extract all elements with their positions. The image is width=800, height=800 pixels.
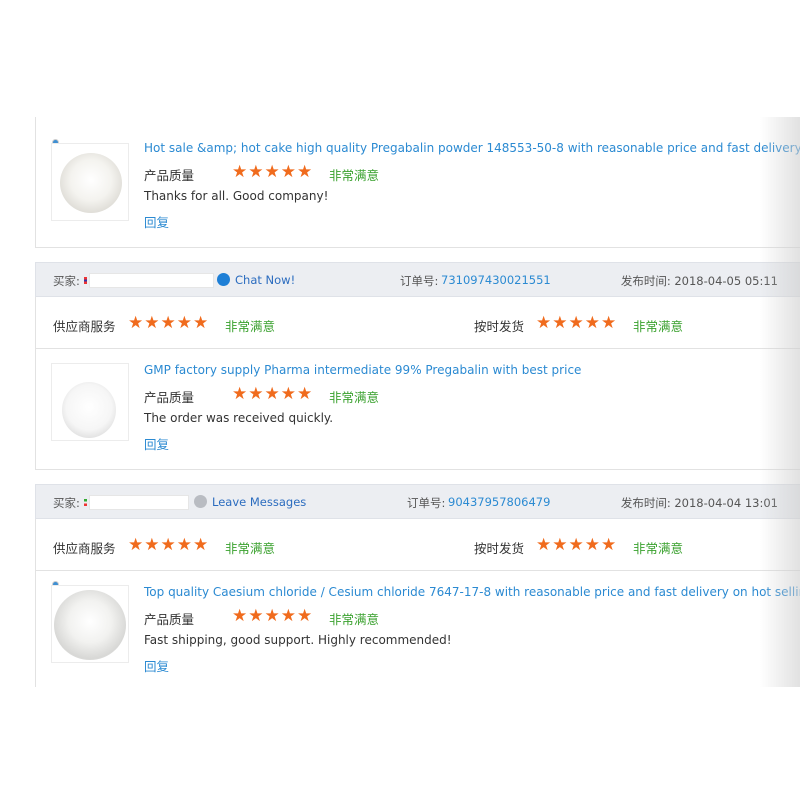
chat-bubble-icon[interactable] [217, 273, 230, 286]
service-ratings-row: 供应商服务 ★ ★ ★ ★ ★ 非常满意 按时发货 ★ ★ ★ ★ ★ 非常满意 [35, 519, 800, 571]
reply-link[interactable]: 回复 [144, 434, 169, 453]
review-comment: The order was received quickly. [144, 411, 334, 425]
star-icon: ★ [144, 313, 160, 333]
star-icon: ★ [536, 535, 552, 555]
star-icon: ★ [232, 384, 248, 404]
supplier-service-verdict: 非常满意 [225, 541, 276, 556]
star-icon: ★ [176, 535, 192, 555]
star-icon: ★ [248, 606, 264, 626]
reply-link[interactable]: 回复 [144, 656, 169, 675]
review-comment: Thanks for all. Good company! [144, 189, 329, 203]
product-title-link[interactable]: Top quality Caesium chloride / Cesium ch… [144, 585, 800, 599]
product-review-card: Top quality Caesium chloride / Cesium ch… [35, 571, 800, 687]
star-icon: ★ [280, 162, 296, 182]
star-icon: ★ [584, 313, 600, 333]
order-number-link[interactable]: 731097430021551 [441, 273, 551, 287]
star-icon: ★ [248, 162, 264, 182]
on-time-delivery-verdict: 非常满意 [633, 319, 684, 334]
buyer-name-redacted [89, 495, 189, 510]
order-number-label: 订单号: [407, 496, 446, 510]
on-time-delivery-label: 按时发货 [474, 541, 525, 556]
buyer-country-flag [84, 277, 87, 284]
star-icon: ★ [193, 535, 209, 555]
supplier-service-verdict: 非常满意 [225, 319, 276, 334]
star-icon: ★ [193, 313, 209, 333]
star-icon: ★ [601, 535, 617, 555]
product-quality-verdict: 非常满意 [329, 612, 380, 627]
star-icon: ★ [176, 313, 192, 333]
star-icon: ★ [144, 535, 160, 555]
order-number-label: 订单号: [400, 274, 439, 288]
product-thumbnail[interactable] [51, 363, 129, 441]
product-quality-verdict: 非常满意 [329, 168, 380, 183]
order-number-link[interactable]: 90437957806479 [448, 495, 550, 509]
publish-date: 2018-04-04 13:01 [674, 496, 778, 510]
star-icon: ★ [232, 606, 248, 626]
product-quality-stars: ★ ★ ★ ★ ★ [232, 608, 312, 625]
star-icon: ★ [232, 162, 248, 182]
product-quality-stars: ★ ★ ★ ★ ★ [232, 164, 312, 181]
chat-now-link[interactable]: Chat Now! [235, 273, 295, 287]
product-quality-label: 产品质量 [144, 390, 195, 405]
buyer-bar: 买家: Chat Now! 订单号: 731097430021551 发布时间:… [35, 262, 800, 297]
product-title-link[interactable]: Hot sale &amp; hot cake high quality Pre… [144, 141, 800, 155]
star-icon: ★ [552, 535, 568, 555]
supplier-service-label: 供应商服务 [53, 541, 116, 556]
star-icon: ★ [552, 313, 568, 333]
star-icon: ★ [128, 535, 144, 555]
star-icon: ★ [128, 313, 144, 333]
star-icon: ★ [280, 384, 296, 404]
publish-time: 发布时间: 2018-04-04 13:01 [621, 495, 778, 511]
star-icon: ★ [280, 606, 296, 626]
buyer-label: 买家: [53, 496, 80, 510]
star-icon: ★ [536, 313, 552, 333]
supplier-service-stars: ★ ★ ★ ★ ★ [128, 537, 208, 554]
buyer-name-redacted [89, 273, 214, 288]
star-icon: ★ [160, 313, 176, 333]
product-review-card: Hot sale &amp; hot cake high quality Pre… [35, 117, 800, 248]
reply-link[interactable]: 回复 [144, 212, 169, 231]
on-time-delivery-verdict: 非常满意 [633, 541, 684, 556]
product-quality-stars: ★ ★ ★ ★ ★ [232, 386, 312, 403]
star-icon: ★ [568, 535, 584, 555]
product-quality-label: 产品质量 [144, 612, 195, 627]
product-thumbnail[interactable] [51, 143, 129, 221]
star-icon: ★ [248, 384, 264, 404]
review-comment: Fast shipping, good support. Highly reco… [144, 633, 452, 647]
publish-date: 2018-04-05 05:11 [674, 274, 778, 288]
star-icon: ★ [297, 162, 313, 182]
leave-messages-link[interactable]: Leave Messages [212, 495, 306, 509]
on-time-delivery-stars: ★ ★ ★ ★ ★ [536, 315, 616, 332]
product-title-link[interactable]: GMP factory supply Pharma intermediate 9… [144, 363, 581, 377]
star-icon: ★ [297, 606, 313, 626]
star-icon: ★ [160, 535, 176, 555]
product-quality-label: 产品质量 [144, 168, 195, 183]
star-icon: ★ [264, 606, 280, 626]
buyer-label: 买家: [53, 274, 80, 288]
publish-time: 发布时间: 2018-04-05 05:11 [621, 273, 778, 289]
product-quality-verdict: 非常满意 [329, 390, 380, 405]
publish-time-label: 发布时间: [620, 274, 671, 288]
message-bubble-icon[interactable] [194, 495, 207, 508]
star-icon: ★ [568, 313, 584, 333]
publish-time-label: 发布时间: [620, 496, 671, 510]
star-icon: ★ [601, 313, 617, 333]
supplier-service-stars: ★ ★ ★ ★ ★ [128, 315, 208, 332]
on-time-delivery-stars: ★ ★ ★ ★ ★ [536, 537, 616, 554]
star-icon: ★ [584, 535, 600, 555]
star-icon: ★ [264, 384, 280, 404]
on-time-delivery-label: 按时发货 [474, 319, 525, 334]
star-icon: ★ [264, 162, 280, 182]
buyer-country-flag [84, 499, 87, 506]
service-ratings-row: 供应商服务 ★ ★ ★ ★ ★ 非常满意 按时发货 ★ ★ ★ ★ ★ 非常满意 [35, 297, 800, 349]
reviews-panel: Hot sale &amp; hot cake high quality Pre… [35, 117, 800, 687]
star-icon: ★ [297, 384, 313, 404]
product-review-card: GMP factory supply Pharma intermediate 9… [35, 349, 800, 470]
buyer-bar: 买家: Leave Messages 订单号: 90437957806479 发… [35, 484, 800, 519]
supplier-service-label: 供应商服务 [53, 319, 116, 334]
product-thumbnail[interactable] [51, 585, 129, 663]
